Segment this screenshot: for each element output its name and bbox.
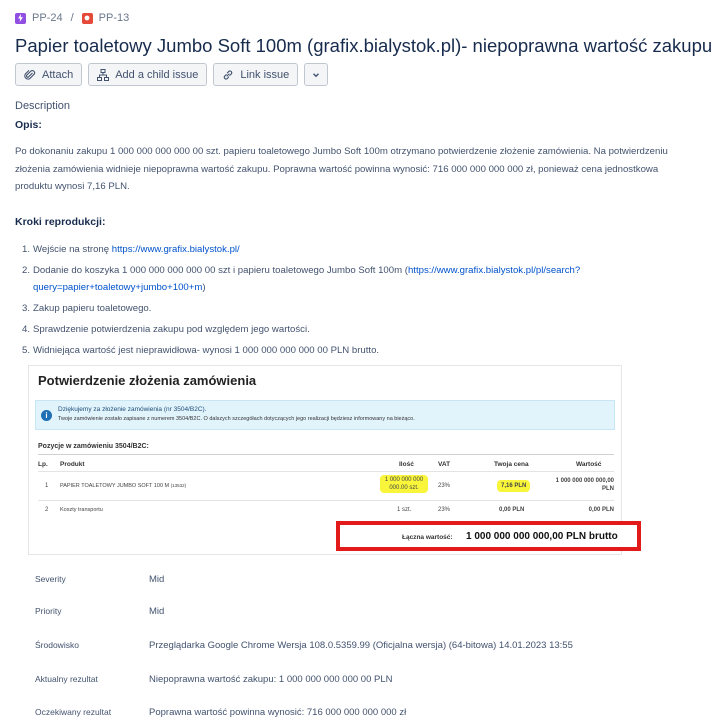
col-header-ilosc: Ilość — [399, 461, 414, 468]
order-items-heading: Pozycje w zamówieniu 3504/B2C: — [38, 443, 149, 450]
add-child-issue-label: Add a child issue — [115, 68, 199, 81]
embedded-order-screenshot[interactable]: Potwierdzenie złożenia zamówienia i Dzię… — [28, 365, 641, 555]
issue-toolbar: Attach Add a child issue Link issue — [15, 63, 329, 86]
field-label: Aktualny rezultat — [35, 674, 98, 684]
step-item: 3. Zakup papieru toaletowego. — [22, 300, 682, 317]
attach-label: Attach — [42, 68, 74, 81]
step-text: Widniejąca wartość jest nieprawidłowa- w… — [33, 345, 380, 356]
hierarchy-icon — [97, 68, 110, 81]
total-value: 1 000 000 000 000,00 PLN brutto — [466, 531, 618, 542]
info-line-1: Dziękujemy za złożenie zamówienia (nr 35… — [58, 406, 207, 413]
col-header-produkt: Produkt — [60, 461, 85, 468]
step-text: Wejście na stronę — [33, 244, 112, 255]
step-link[interactable]: https://www.grafix.bialystok.pl/ — [112, 244, 240, 255]
quantity-line-1: 1 000 000 000 — [384, 477, 424, 483]
field-value[interactable]: Mid — [149, 574, 164, 585]
row-1-unit-price: 7,16 PLN — [497, 480, 531, 492]
row-2-lp: 2 — [45, 507, 49, 513]
step-text: Zakup papieru toaletowego. — [33, 303, 152, 314]
more-actions-button[interactable] — [304, 63, 329, 86]
col-header-vat: VAT — [438, 461, 451, 468]
step-item: 1. Wejście na stronę https://www.grafix.… — [22, 241, 682, 258]
total-label: Łączna wartość: — [402, 534, 453, 541]
field-value[interactable]: Niepoprawna wartość zakupu: 1 000 000 00… — [149, 674, 392, 685]
breadcrumb-epic-key: PP-24 — [32, 12, 63, 24]
step-number: 1. — [22, 244, 31, 255]
link-issue-button[interactable]: Link issue — [213, 63, 299, 86]
field-label: Oczekiwany rezultat — [35, 707, 112, 717]
step-number: 5. — [22, 345, 31, 356]
epic-icon — [15, 12, 26, 24]
link-icon — [224, 69, 233, 80]
col-header-cena: Twoja cena — [494, 461, 529, 468]
step-number: 3. — [22, 303, 31, 314]
add-child-issue-button[interactable]: Add a child issue — [88, 63, 208, 86]
chevron-down-icon — [313, 72, 320, 77]
description-label: Description — [15, 100, 71, 112]
order-info-box: i Dziękujemy za złożenie zamówienia (nr … — [35, 400, 615, 430]
row-1-value: 1 000 000 000 000,00 PLN — [534, 477, 614, 493]
step-item: 4. Sprawdzenie potwierdzenia zakupu pod … — [22, 321, 682, 338]
step-text: Sprawdzenie potwierdzenia zakupu pod wzg… — [33, 324, 310, 335]
bug-icon — [81, 12, 93, 24]
product-code: (13532) — [170, 483, 187, 488]
step-text: Dodanie do koszyka 1 000 000 000 000 00 … — [33, 265, 408, 276]
field-value[interactable]: Poprawna wartość powinna wynosić: 716 00… — [149, 707, 406, 718]
quantity-line-2: 000.00 szt. — [389, 485, 419, 491]
link-issue-label: Link issue — [240, 68, 290, 81]
breadcrumb-issue-key: PP-13 — [98, 12, 130, 24]
value-line-2: PLN — [602, 486, 614, 492]
breadcrumb-epic-link[interactable]: PP-24 — [15, 12, 63, 24]
description-paragraph: Po dokonaniu zakupu 1 000 000 000 000 00… — [15, 146, 668, 192]
row-2-quantity: 1 szt. — [397, 507, 412, 513]
breadcrumb: PP-24 / PP-13 — [15, 10, 129, 26]
reproduction-steps: 1. Wejście na stronę https://www.grafix.… — [22, 241, 682, 363]
col-header-lp: Lp. — [38, 461, 48, 468]
row-2-vat: 23% — [438, 507, 451, 513]
breadcrumb-issue-link[interactable]: PP-13 — [81, 12, 130, 24]
step-number: 2. — [22, 265, 31, 276]
opis-heading: Opis: — [15, 119, 42, 131]
divider — [38, 500, 614, 501]
kroki-heading: Kroki reprodukcji: — [15, 216, 106, 228]
field-label: Priority — [35, 606, 62, 616]
order-confirmation-title: Potwierdzenie złożenia zamówienia — [38, 373, 257, 388]
field-value[interactable]: Przeglądarka Google Chrome Wersja 108.0.… — [149, 640, 573, 651]
row-1-quantity: 1 000 000 000 000.00 szt. — [380, 475, 428, 493]
info-icon: i — [41, 410, 52, 421]
row-1-vat: 23% — [438, 483, 451, 489]
info-line-2: Twoje zamówienie zostało zapisane z nume… — [58, 416, 415, 422]
value-line-1: 1 000 000 000 000,00 — [555, 478, 614, 484]
step-item: 2. Dodanie do koszyka 1 000 000 000 000 … — [22, 262, 682, 296]
col-header-wartosc: Wartość — [576, 461, 602, 468]
field-label: Środowisko — [35, 640, 79, 650]
product-name: PAPIER TOALETOWY JUMBO SOFT 100 M — [60, 483, 170, 489]
row-2-unit-price: 0,00 PLN — [499, 507, 525, 513]
field-value[interactable]: Mid — [149, 606, 164, 617]
row-2-product: Koszty transportu — [60, 507, 103, 513]
total-highlight-box: Łączna wartość: 1 000 000 000 000,00 PLN… — [336, 521, 641, 551]
breadcrumb-separator: / — [70, 12, 74, 24]
divider — [38, 471, 614, 472]
step-item: 5. Widniejąca wartość jest nieprawidłowa… — [22, 342, 682, 359]
attach-button[interactable]: Attach — [15, 63, 83, 86]
row-1-product: PAPIER TOALETOWY JUMBO SOFT 100 M (13532… — [60, 482, 186, 490]
row-1-lp: 1 — [45, 483, 49, 489]
step-text-after: ) — [202, 282, 206, 293]
row-2-value: 0,00 PLN — [588, 507, 614, 513]
step-number: 4. — [22, 324, 31, 335]
divider — [38, 454, 614, 455]
paperclip-icon — [24, 69, 36, 80]
issue-title[interactable]: Papier toaletowy Jumbo Soft 100m (grafix… — [15, 35, 712, 57]
field-label: Severity — [35, 574, 66, 584]
